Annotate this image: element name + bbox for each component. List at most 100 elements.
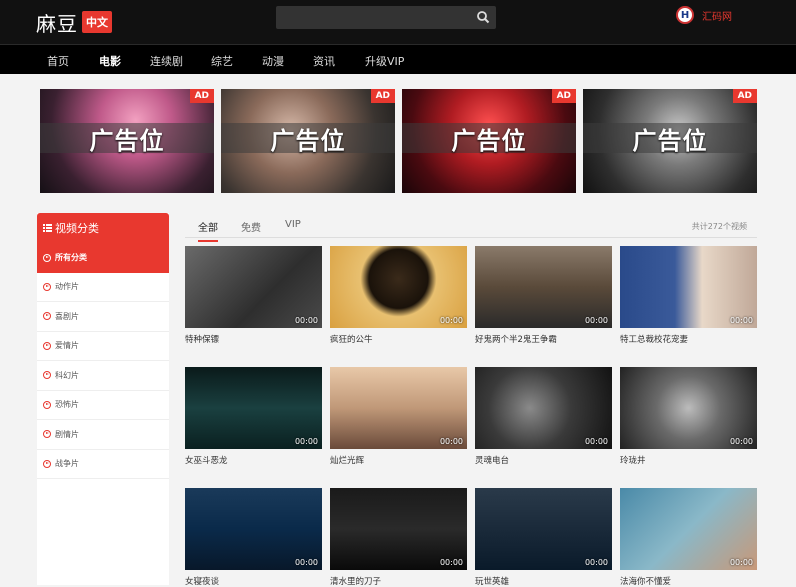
video-thumbnail[interactable]: 00:00 (330, 488, 467, 570)
sidebar-item-scifi[interactable]: 科幻片 (37, 361, 169, 391)
sidebar-title: 视频分类 (55, 222, 99, 235)
tab-vip[interactable]: VIP (285, 219, 301, 236)
sidebar-item-label: 恐怖片 (55, 400, 79, 410)
play-circle-icon (43, 253, 51, 262)
video-title[interactable]: 特工总裁校花宠妻 (620, 333, 757, 345)
nav-item-vip[interactable]: 升级VIP (365, 53, 404, 69)
video-card[interactable]: 00:00 女寝夜谈 (185, 488, 322, 587)
video-card[interactable]: 00:00 女巫斗恶龙 (185, 367, 322, 466)
video-duration: 00:00 (584, 437, 608, 446)
nav-item-home[interactable]: 首页 (47, 53, 69, 69)
video-duration: 00:00 (294, 316, 318, 325)
video-title[interactable]: 女巫斗恶龙 (185, 454, 322, 466)
video-duration: 00:00 (729, 316, 753, 325)
sidebar-item-drama[interactable]: 剧情片 (37, 420, 169, 450)
sidebar-item-comedy[interactable]: 喜剧片 (37, 302, 169, 332)
video-title[interactable]: 玩世英雄 (475, 575, 612, 587)
video-title[interactable]: 特种保镖 (185, 333, 322, 345)
video-duration: 00:00 (584, 558, 608, 567)
partner-logo[interactable]: H 汇码网 (676, 6, 732, 24)
video-card[interactable]: 00:00 法海你不懂爱 (620, 488, 757, 587)
sidebar-item-war[interactable]: 战争片 (37, 450, 169, 479)
video-duration: 00:00 (294, 558, 318, 567)
video-card[interactable]: 00:00 好鬼两个半2鬼王争霸 (475, 246, 612, 345)
sidebar-item-label: 所有分类 (55, 253, 87, 263)
ad-text: 广告位 (451, 126, 527, 155)
ad-banner[interactable]: 广告位 AD (402, 89, 576, 193)
nav-item-news[interactable]: 资讯 (313, 53, 335, 69)
top-bar: 麻豆 中文 H 汇码网 (0, 0, 796, 44)
video-card[interactable]: 00:00 玲珑井 (620, 367, 757, 466)
video-card[interactable]: 00:00 特种保镖 (185, 246, 322, 345)
video-duration: 00:00 (729, 558, 753, 567)
video-card[interactable]: 00:00 灿烂光辉 (330, 367, 467, 466)
ad-band: 广告位 (221, 123, 395, 155)
video-thumbnail[interactable]: 00:00 (620, 488, 757, 570)
video-title[interactable]: 女寝夜谈 (185, 575, 322, 587)
video-thumbnail[interactable]: 00:00 (475, 246, 612, 328)
play-circle-icon (43, 371, 51, 380)
site-logo[interactable]: 麻豆 中文 (36, 8, 112, 36)
video-thumbnail[interactable]: 00:00 (185, 246, 322, 328)
video-thumbnail[interactable]: 00:00 (475, 488, 612, 570)
video-card[interactable]: 00:00 灵魂电台 (475, 367, 612, 466)
ad-banner[interactable]: 广告位 AD (583, 89, 757, 193)
video-thumbnail[interactable]: 00:00 (620, 367, 757, 449)
video-duration: 00:00 (294, 437, 318, 446)
partner-logo-badge: H (676, 6, 694, 24)
search-icon[interactable] (476, 10, 490, 24)
sidebar-item-label: 动作片 (55, 282, 79, 292)
video-duration: 00:00 (439, 558, 463, 567)
main-nav: 首页 电影 连续剧 综艺 动漫 资讯 升级VIP (0, 44, 796, 74)
nav-item-movies[interactable]: 电影 (99, 53, 121, 69)
sidebar-item-romance[interactable]: 爱情片 (37, 332, 169, 361)
logo-text: 麻豆 (36, 11, 78, 36)
video-thumbnail[interactable]: 00:00 (185, 488, 322, 570)
video-duration: 00:00 (729, 437, 753, 446)
play-circle-icon (43, 400, 51, 409)
ad-text: 广告位 (89, 126, 165, 155)
video-title[interactable]: 法海你不懂爱 (620, 575, 757, 587)
tab-free[interactable]: 免费 (241, 219, 261, 240)
video-card[interactable]: 00:00 玩世英雄 (475, 488, 612, 587)
nav-item-anime[interactable]: 动漫 (262, 53, 284, 69)
video-thumbnail[interactable]: 00:00 (475, 367, 612, 449)
sidebar-item-label: 战争片 (55, 459, 79, 469)
ad-banner[interactable]: 广告位 AD (221, 89, 395, 193)
sidebar-item-action[interactable]: 动作片 (37, 273, 169, 302)
search-input[interactable] (282, 9, 462, 26)
nav-item-series[interactable]: 连续剧 (150, 53, 183, 69)
ad-band: 广告位 (402, 123, 576, 155)
video-card[interactable]: 00:00 清水里的刀子 (330, 488, 467, 587)
ad-banner[interactable]: 广告位 AD (40, 89, 214, 193)
ad-text: 广告位 (632, 126, 708, 155)
video-title[interactable]: 灿烂光辉 (330, 454, 467, 466)
search-box (276, 6, 496, 29)
video-thumbnail[interactable]: 00:00 (330, 246, 467, 328)
sidebar-header: 视频分类 (37, 213, 169, 243)
sidebar-item-label: 剧情片 (55, 429, 79, 439)
play-circle-icon (43, 430, 51, 439)
video-title[interactable]: 清水里的刀子 (330, 575, 467, 587)
video-card[interactable]: 00:00 特工总裁校花宠妻 (620, 246, 757, 345)
video-thumbnail[interactable]: 00:00 (185, 367, 322, 449)
play-circle-icon (43, 341, 51, 350)
video-thumbnail[interactable]: 00:00 (620, 246, 757, 328)
ad-tag: AD (551, 89, 576, 103)
ad-band: 广告位 (583, 123, 757, 155)
video-title[interactable]: 好鬼两个半2鬼王争霸 (475, 333, 612, 345)
play-circle-icon (43, 312, 51, 321)
video-title[interactable]: 灵魂电台 (475, 454, 612, 466)
sidebar-item-horror[interactable]: 恐怖片 (37, 391, 169, 420)
ad-tag: AD (189, 89, 214, 103)
logo-badge: 中文 (82, 11, 112, 33)
tab-all[interactable]: 全部 (198, 219, 218, 242)
video-thumbnail[interactable]: 00:00 (330, 367, 467, 449)
sidebar-item-all[interactable]: 所有分类 (37, 243, 169, 273)
video-title[interactable]: 玲珑井 (620, 454, 757, 466)
video-duration: 00:00 (584, 316, 608, 325)
nav-item-variety[interactable]: 综艺 (211, 53, 233, 69)
video-card[interactable]: 00:00 疯狂的公牛 (330, 246, 467, 345)
video-duration: 00:00 (439, 316, 463, 325)
video-title[interactable]: 疯狂的公牛 (330, 333, 467, 345)
